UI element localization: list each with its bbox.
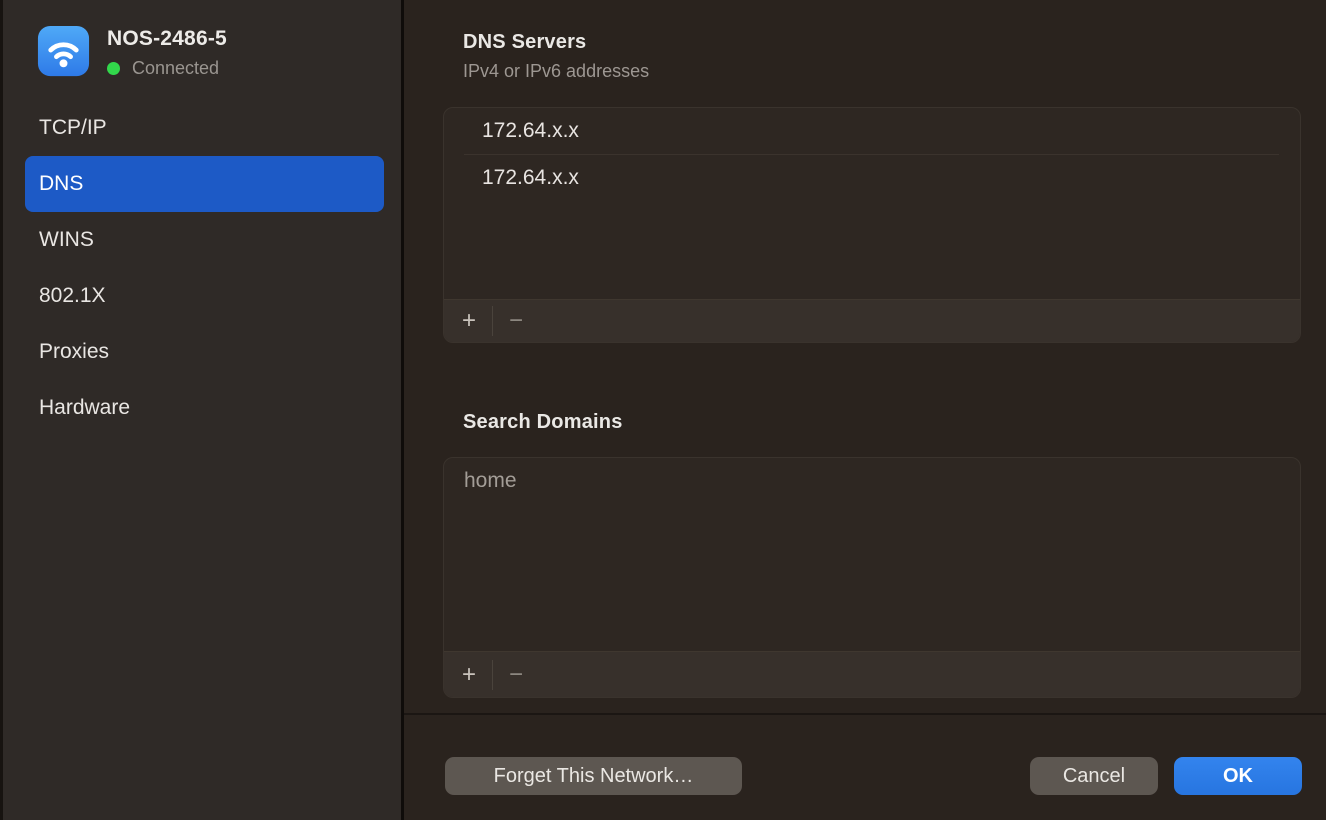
status-dot-green [107, 62, 120, 75]
network-meta: NOS-2486-5 Connected [107, 25, 227, 79]
wifi-icon [36, 25, 91, 78]
footer-separator [492, 660, 493, 690]
dns-server-row[interactable]: 172.64.x.x [444, 155, 1300, 201]
network-status: Connected [107, 58, 227, 79]
remove-dns-server-button[interactable]: − [502, 305, 530, 337]
add-dns-server-button[interactable]: + [455, 305, 483, 337]
ok-button[interactable]: OK [1174, 757, 1302, 795]
add-search-domain-button[interactable]: + [455, 659, 483, 691]
sidebar-item-wins[interactable]: WINS [25, 212, 384, 268]
sidebar-item-8021x[interactable]: 802.1X [25, 268, 384, 324]
main-panel: DNS Servers IPv4 or IPv6 addresses 172.6… [404, 0, 1326, 820]
dns-servers-listbox: 172.64.x.x 172.64.x.x + − [443, 107, 1301, 343]
network-details-window: NOS-2486-5 Connected TCP/IP DNS WINS 802… [0, 0, 1326, 820]
status-text: Connected [132, 58, 219, 79]
search-domains-listbox: home + − [443, 457, 1301, 698]
search-domains-footer: + − [444, 651, 1300, 697]
forget-network-button[interactable]: Forget This Network… [445, 757, 742, 795]
dns-servers-subtitle: IPv4 or IPv6 addresses [463, 61, 649, 82]
network-name: NOS-2486-5 [107, 27, 227, 51]
remove-search-domain-button[interactable]: − [502, 659, 530, 691]
footer-divider [404, 713, 1326, 715]
search-domains-title: Search Domains [463, 411, 623, 434]
cancel-button[interactable]: Cancel [1030, 757, 1158, 795]
footer-separator [492, 306, 493, 336]
sidebar-item-dns[interactable]: DNS [25, 156, 384, 212]
dns-servers-footer: + − [444, 299, 1300, 342]
dns-servers-title: DNS Servers [463, 31, 586, 54]
sidebar-nav: TCP/IP DNS WINS 802.1X Proxies Hardware [25, 100, 384, 436]
dns-servers-rows: 172.64.x.x 172.64.x.x [444, 108, 1300, 299]
search-domain-row[interactable]: home [444, 458, 1300, 504]
search-domains-rows: home [444, 458, 1300, 651]
sidebar: NOS-2486-5 Connected TCP/IP DNS WINS 802… [0, 0, 401, 820]
dns-server-row[interactable]: 172.64.x.x [444, 108, 1300, 154]
sidebar-item-tcpip[interactable]: TCP/IP [25, 100, 384, 156]
network-header: NOS-2486-5 Connected [36, 25, 227, 79]
sidebar-item-proxies[interactable]: Proxies [25, 324, 384, 380]
sidebar-item-hardware[interactable]: Hardware [25, 380, 384, 436]
